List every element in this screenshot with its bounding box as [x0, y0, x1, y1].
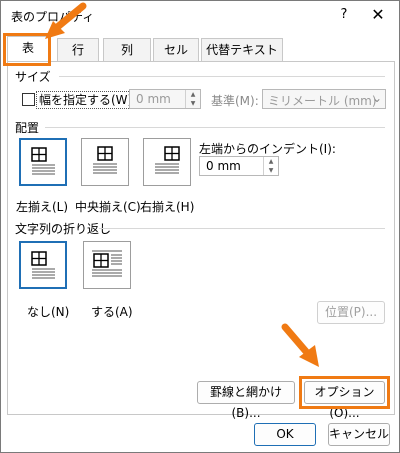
alignment-section-title: 配置: [15, 121, 40, 135]
align-right-option[interactable]: [143, 138, 191, 186]
align-right-icon: [155, 146, 180, 174]
indent-stepper[interactable]: 0 mm ▲ ▼: [199, 156, 279, 176]
width-stepper[interactable]: 0 mm ▲ ▼: [129, 89, 201, 109]
wrap-around-option[interactable]: [83, 241, 131, 289]
align-center-option[interactable]: [81, 138, 129, 186]
align-left-icon: [31, 147, 55, 175]
wrapping-divider: [99, 228, 385, 229]
wrap-around-icon: [92, 250, 122, 277]
width-stepper-arrows-icon[interactable]: ▲ ▼: [185, 90, 200, 108]
indent-stepper-arrows-icon[interactable]: ▲ ▼: [263, 157, 278, 175]
indent-label: 左端からのインデント(I):: [199, 142, 336, 156]
borders-shading-button[interactable]: 罫線と網かけ(B)...: [197, 381, 295, 420]
cancel-button[interactable]: キャンセル: [328, 423, 390, 446]
table-properties-dialog: 表のプロパティ ? ✕ 表 行 列 セル 代替テキスト サイズ 幅を指定する(W…: [0, 0, 400, 453]
tab-strip: 表 行 列 セル 代替テキスト: [7, 36, 397, 63]
width-checkbox-label[interactable]: 幅を指定する(W):: [36, 91, 140, 109]
wrap-none-option[interactable]: [19, 241, 67, 289]
chevron-down-icon: ⌄: [371, 91, 382, 105]
size-divider: [59, 76, 385, 77]
wrapping-section-title: 文字列の折り返し: [15, 222, 112, 236]
wrap-around-label: する(A): [91, 305, 133, 319]
align-right-label: 右揃え(H): [140, 200, 195, 214]
indent-value: 0 mm: [206, 159, 241, 173]
align-left-label: 左揃え(L): [16, 200, 69, 214]
tab-panel: [7, 61, 395, 415]
help-button[interactable]: ?: [333, 4, 355, 26]
ok-button[interactable]: OK: [254, 423, 316, 446]
tab-table[interactable]: 表: [7, 36, 49, 63]
size-section-title: サイズ: [15, 70, 51, 84]
tab-row[interactable]: 行: [57, 38, 99, 62]
wrap-none-icon: [31, 251, 55, 279]
options-button[interactable]: オプション(O)...: [304, 381, 385, 420]
dialog-title: 表のプロパティ: [11, 10, 95, 24]
align-center-label: 中央揃え(C): [75, 200, 141, 214]
width-checkbox[interactable]: [22, 93, 35, 106]
title-bar: 表のプロパティ ? ✕: [1, 1, 399, 31]
alignment-divider: [45, 127, 385, 128]
tab-alt-text[interactable]: 代替テキスト: [201, 38, 283, 62]
wrap-none-label: なし(N): [27, 305, 70, 319]
tab-column[interactable]: 列: [103, 38, 151, 62]
basis-select[interactable]: ミリメートル (mm) ⌄: [262, 89, 386, 109]
width-value: 0 mm: [136, 92, 171, 106]
align-center-icon: [93, 146, 117, 174]
basis-value: ミリメートル (mm): [268, 94, 377, 108]
position-button[interactable]: 位置(P)...: [317, 301, 385, 324]
align-left-option[interactable]: [19, 138, 67, 186]
basis-label: 基準(M):: [211, 94, 259, 108]
tab-cell[interactable]: セル: [153, 38, 199, 62]
close-button[interactable]: ✕: [367, 4, 389, 26]
